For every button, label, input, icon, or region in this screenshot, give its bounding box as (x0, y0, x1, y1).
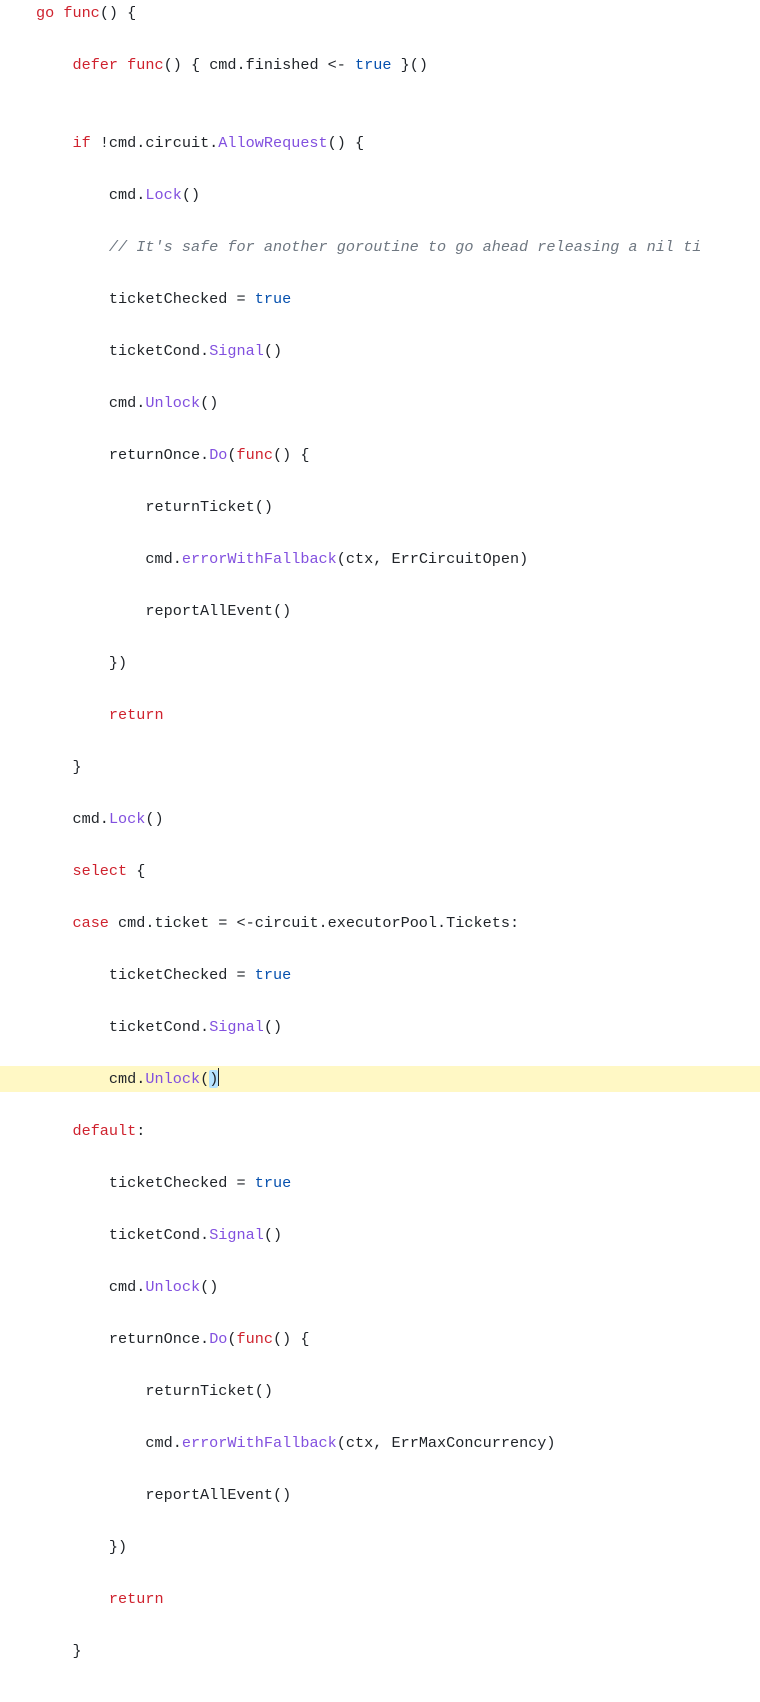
code-line[interactable]: returnOnce.Do(func() { (0, 1326, 760, 1352)
code-line[interactable]: cmd.Lock() (0, 806, 760, 832)
token-k: return (109, 706, 164, 724)
token-fn: AllowRequest (218, 134, 327, 152)
token-fn: Lock (109, 810, 145, 828)
token-b: true (255, 1174, 291, 1192)
code-line[interactable]: case cmd.ticket = <-circuit.executorPool… (0, 910, 760, 936)
token-paren-hl: ) (209, 1070, 218, 1088)
code-line[interactable]: cmd.Unlock() (0, 1274, 760, 1300)
code-line[interactable]: }) (0, 1534, 760, 1560)
code-line[interactable]: return (0, 702, 760, 728)
token-b: true (355, 56, 391, 74)
code-line[interactable]: returnTicket() (0, 494, 760, 520)
code-line[interactable]: default: (0, 1118, 760, 1144)
token-k: default (72, 1122, 136, 1140)
code-line[interactable]: ticketCond.Signal() (0, 338, 760, 364)
token-fn: Lock (145, 186, 181, 204)
code-line[interactable]: } (0, 754, 760, 780)
token-fn: Do (209, 1330, 227, 1348)
token-k: return (109, 1590, 164, 1608)
token-k: select (72, 862, 136, 880)
code-line[interactable]: ticketCond.Signal() (0, 1222, 760, 1248)
code-line[interactable]: ticketChecked = true (0, 286, 760, 312)
token-k: case (72, 914, 118, 932)
token-fn: Signal (209, 1226, 264, 1244)
code-line[interactable]: cmd.Lock() (0, 182, 760, 208)
token-b: true (255, 290, 291, 308)
token-fn: Unlock (145, 394, 200, 412)
code-line[interactable]: cmd.errorWithFallback(ctx, ErrMaxConcurr… (0, 1430, 760, 1456)
token-k: if (72, 134, 99, 152)
code-line[interactable]: return (0, 1586, 760, 1612)
token-fn: Do (209, 446, 227, 464)
code-line[interactable]: returnTicket() (0, 1378, 760, 1404)
token-k: defer (72, 56, 127, 74)
token-k: func (63, 4, 99, 22)
code-line[interactable]: reportAllEvent() (0, 598, 760, 624)
token-fn: Unlock (145, 1070, 200, 1088)
token-k: go (36, 4, 63, 22)
token-k: func (237, 446, 273, 464)
token-fn: errorWithFallback (182, 1434, 337, 1452)
code-line[interactable]: ticketCond.Signal() (0, 1014, 760, 1040)
code-line[interactable]: if !cmd.circuit.AllowRequest() { (0, 130, 760, 156)
token-fn: Unlock (145, 1278, 200, 1296)
code-line[interactable]: }) (0, 650, 760, 676)
code-line[interactable]: ticketChecked = true (0, 1170, 760, 1196)
code-line[interactable]: cmd.errorWithFallback(ctx, ErrCircuitOpe… (0, 546, 760, 572)
code-line[interactable]: cmd.Unlock() (0, 390, 760, 416)
code-line[interactable]: reportAllEvent() (0, 1482, 760, 1508)
token-k: func (127, 56, 163, 74)
code-line[interactable]: } (0, 1638, 760, 1664)
token-fn: errorWithFallback (182, 550, 337, 568)
token-fn: Signal (209, 1018, 264, 1036)
code-line[interactable]: returnOnce.Do(func() { (0, 442, 760, 468)
code-line[interactable]: defer func() { cmd.finished <- true }() (0, 52, 760, 78)
code-line[interactable]: go func() { (0, 0, 760, 26)
text-cursor (218, 1068, 219, 1086)
code-line[interactable]: cmd.Unlock() (0, 1066, 760, 1092)
code-line[interactable]: // It's safe for another goroutine to go… (0, 234, 760, 260)
token-b: true (255, 966, 291, 984)
token-c: // It's safe for another goroutine to go… (109, 238, 701, 256)
code-line[interactable]: select { (0, 858, 760, 884)
token-fn: Signal (209, 342, 264, 360)
code-block[interactable]: go func() { defer func() { cmd.finished … (0, 0, 760, 1702)
token-k: func (237, 1330, 273, 1348)
code-line[interactable]: ticketChecked = true (0, 962, 760, 988)
